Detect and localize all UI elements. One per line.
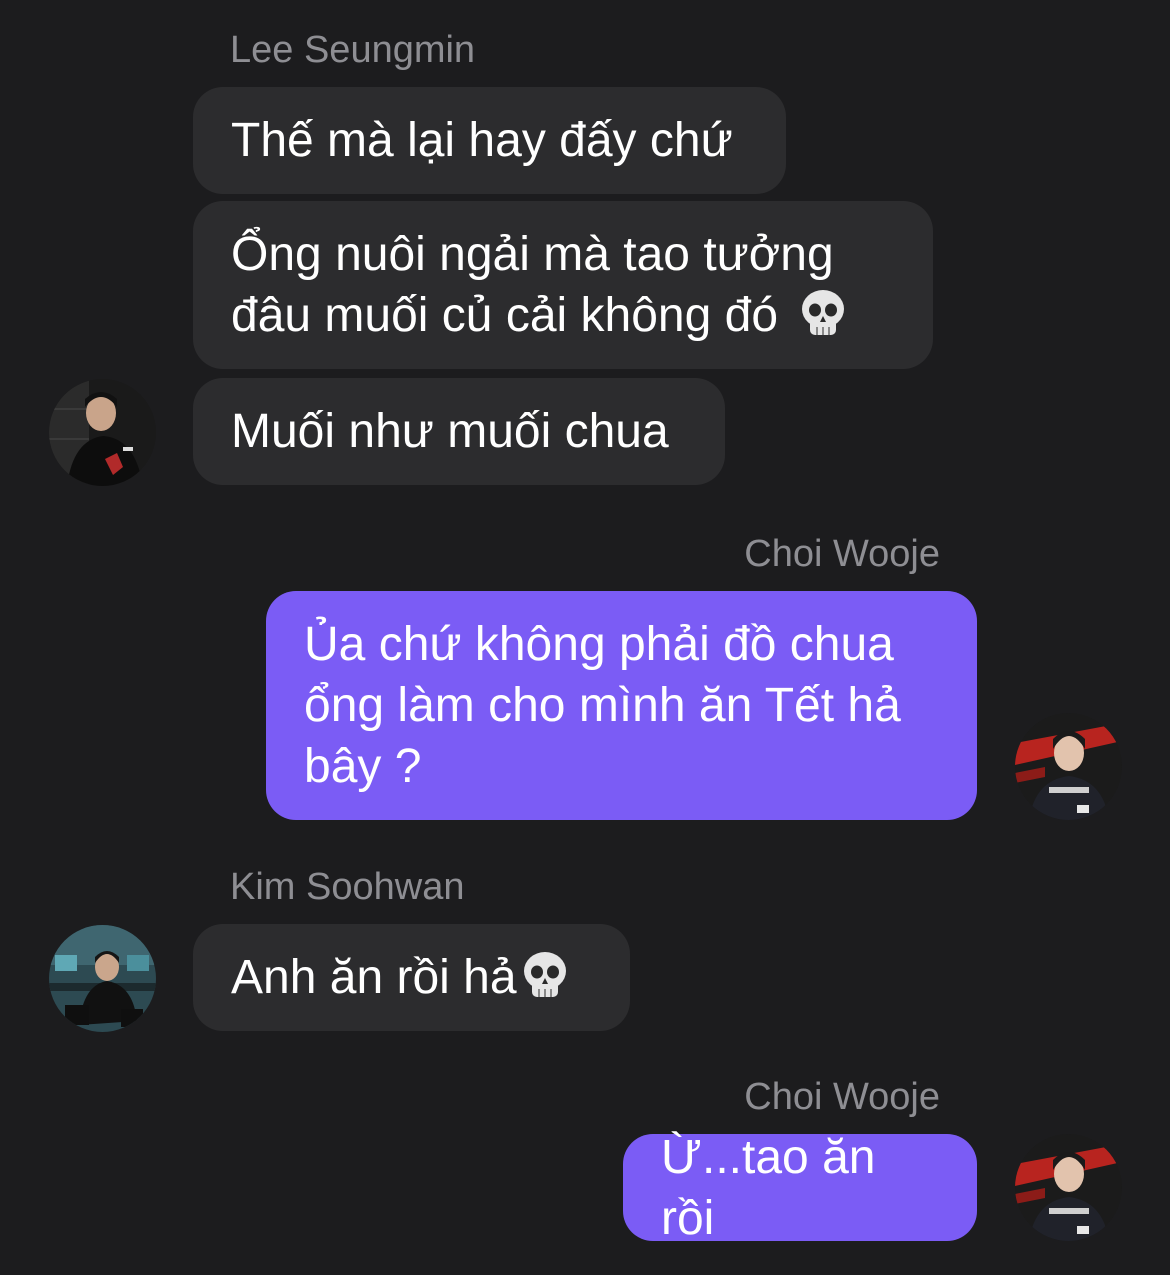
profile-photo [1015,713,1122,820]
message-text-line: Ủa chứ không phải đồ chua [304,618,894,671]
message-text-line: Ổng nuôi ngải mà tao tưởng [231,228,834,281]
message-text: Muối như muối chua [231,405,669,458]
avatar-kim-soohwan[interactable] [49,925,156,1032]
message-text-line: đâu muối củ cải không đó [231,285,849,346]
message-text-line: bây ? [304,740,422,793]
message-bubble[interactable]: Ủa chứ không phải đồ chua ổng làm cho mì… [266,591,977,820]
message-bubble[interactable]: Thế mà lại hay đấy chứ [193,87,786,194]
avatar-choi-wooje[interactable] [1015,713,1122,820]
sender-name: Choi Wooje [744,533,940,575]
sender-name: Lee Seungmin [230,29,476,71]
sender-name: Choi Wooje [744,1076,940,1118]
profile-photo [49,925,156,1032]
message-text: Thế mà lại hay đấy chứ [231,114,733,167]
avatar-choi-wooje[interactable] [1015,1134,1122,1241]
profile-photo [49,379,156,486]
message-bubble[interactable]: Anh ăn rồi hả [193,924,630,1031]
chat-thread: Lee Seungmin Thế mà lại hay đấy chứ Ổng … [0,0,1170,1275]
profile-photo [1015,1134,1122,1241]
message-text: Ừ...tao ăn rồi [661,1130,876,1245]
message-bubble[interactable]: Ổng nuôi ngải mà tao tưởng đâu muối củ c… [193,201,933,369]
skull-emoji [523,952,566,997]
skull-emoji [802,290,845,335]
sender-name: Kim Soohwan [230,866,465,908]
message-text: Anh ăn rồi hả [231,947,571,1008]
message-bubble[interactable]: Muối như muối chua [193,378,725,485]
avatar-lee-seungmin[interactable] [49,379,156,486]
message-bubble[interactable]: Ừ...tao ăn rồi [623,1131,977,1245]
message-text-line: ổng làm cho mình ăn Tết hả [304,679,901,732]
